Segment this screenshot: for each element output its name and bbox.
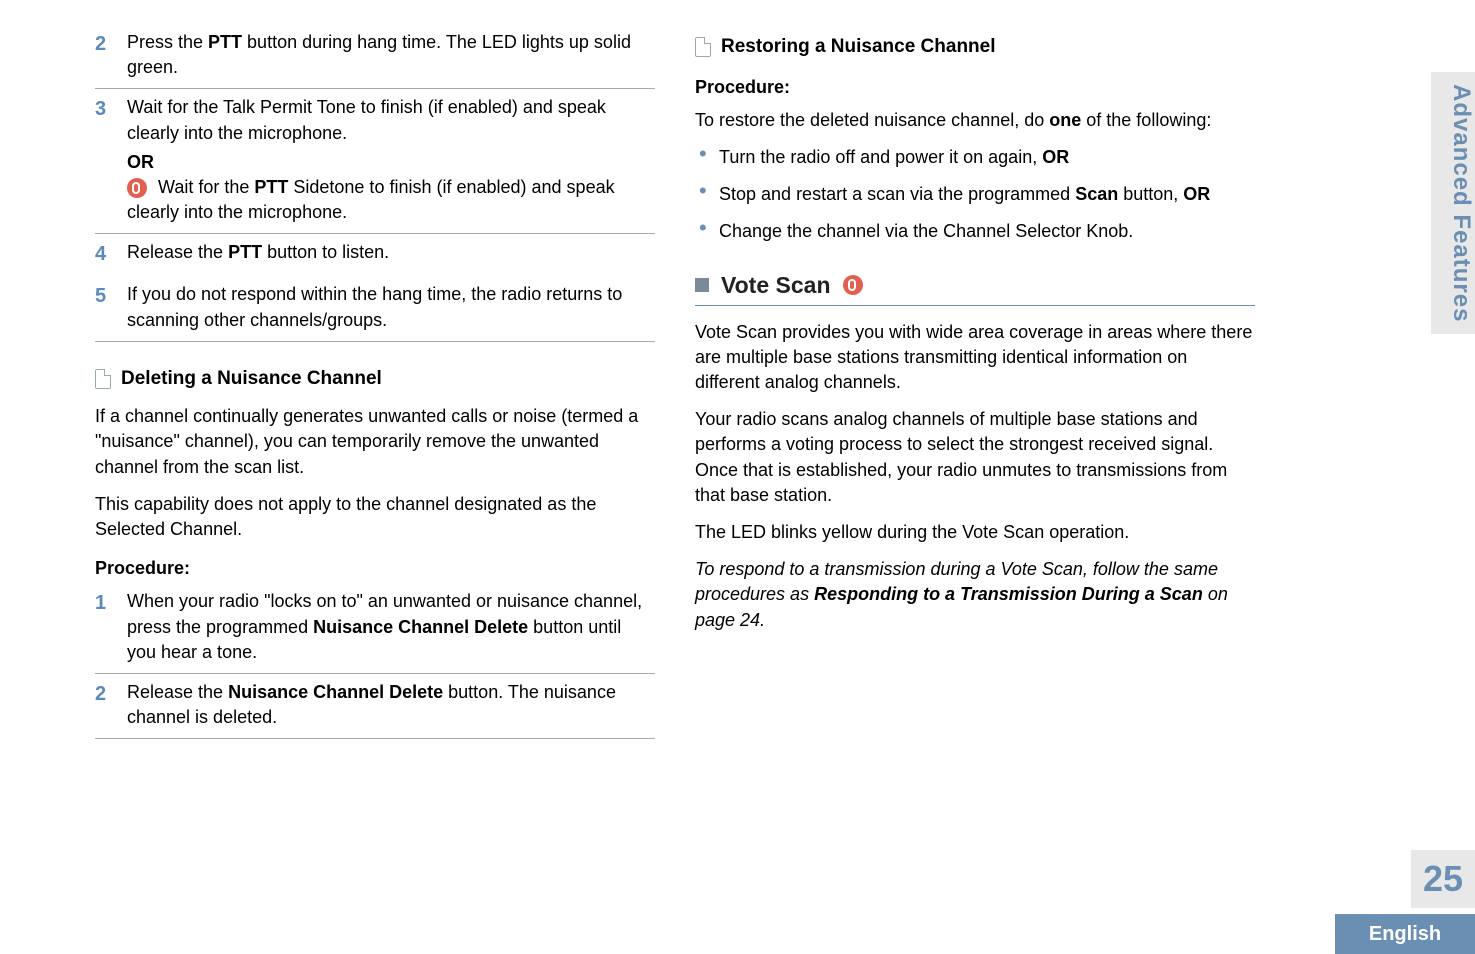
right-column: Restoring a Nuisance Channel Procedure: …: [695, 30, 1255, 850]
list-item: Stop and restart a scan via the programm…: [699, 182, 1255, 207]
ptt-icon: [127, 178, 147, 198]
procedure-label: Procedure:: [95, 556, 655, 581]
step-5: 5 If you do not respond within the hang …: [95, 282, 655, 341]
sub-line: Wait for the PTT Sidetone to finish (if …: [127, 175, 655, 225]
text: button to listen.: [262, 242, 389, 262]
page-content: 2 Press the PTT button during hang time.…: [0, 0, 1475, 850]
subheading-deleting: Deleting a Nuisance Channel: [95, 366, 655, 393]
step-number: 3: [95, 95, 113, 225]
proc-step-1: 1 When your radio "locks on to" an unwan…: [95, 589, 655, 674]
text: of the following:: [1081, 110, 1211, 130]
italic-paragraph: To respond to a transmission during a Vo…: [695, 557, 1255, 633]
procedure-label: Procedure:: [695, 75, 1255, 100]
section-title: Vote Scan: [721, 269, 831, 301]
restore-intro: To restore the deleted nuisance channel,…: [695, 108, 1255, 133]
step-2: 2 Press the PTT button during hang time.…: [95, 30, 655, 89]
proc-step-2: 2 Release the Nuisance Channel Delete bu…: [95, 680, 655, 739]
section-marker-icon: [695, 278, 709, 292]
step-body: Press the PTT button during hang time. T…: [127, 30, 655, 80]
step-number: 2: [95, 680, 113, 730]
step-body: If you do not respond within the hang ti…: [127, 282, 655, 332]
bold: OR: [1183, 184, 1210, 204]
document-icon: [95, 369, 111, 389]
paragraph: The LED blinks yellow during the Vote Sc…: [695, 520, 1255, 545]
bold: Nuisance Channel Delete: [228, 682, 443, 702]
restore-bullets: Turn the radio off and power it on again…: [699, 145, 1255, 245]
bold: OR: [1042, 147, 1069, 167]
bold: Nuisance Channel Delete: [313, 617, 528, 637]
step-number: 5: [95, 282, 113, 332]
step-body: When your radio "locks on to" an unwante…: [127, 589, 655, 665]
list-item: Change the channel via the Channel Selec…: [699, 219, 1255, 244]
step-body: Release the Nuisance Channel Delete butt…: [127, 680, 655, 730]
text: Turn the radio off and power it on again…: [719, 147, 1042, 167]
page-number: 25: [1411, 850, 1475, 908]
text: Wait for the: [153, 177, 254, 197]
step-4: 4 Release the PTT button to listen.: [95, 240, 655, 276]
subheading-text: Restoring a Nuisance Channel: [721, 34, 996, 61]
or-label: OR: [127, 150, 655, 175]
subheading-text: Deleting a Nuisance Channel: [121, 366, 382, 393]
step-3: 3 Wait for the Talk Permit Tone to finis…: [95, 95, 655, 234]
text: Change the channel via the Channel Selec…: [719, 221, 1133, 241]
paragraph: Vote Scan provides you with wide area co…: [695, 320, 1255, 396]
bold: Scan: [1075, 184, 1118, 204]
bold: Responding to a Transmission During a Sc…: [814, 584, 1203, 604]
bold: one: [1049, 110, 1081, 130]
subheading-restoring: Restoring a Nuisance Channel: [695, 34, 1255, 61]
text: button,: [1118, 184, 1183, 204]
bold: PTT: [254, 177, 288, 197]
section-vote-scan: Vote Scan: [695, 269, 1255, 306]
text: Stop and restart a scan via the programm…: [719, 184, 1075, 204]
step-number: 1: [95, 589, 113, 665]
step-number: 2: [95, 30, 113, 80]
bold: PTT: [208, 32, 242, 52]
step-body: Release the PTT button to listen.: [127, 240, 655, 268]
bold: PTT: [228, 242, 262, 262]
text: If you do not respond within the hang ti…: [127, 284, 622, 329]
text: To restore the deleted nuisance channel,…: [695, 110, 1049, 130]
step-body: Wait for the Talk Permit Tone to finish …: [127, 95, 655, 225]
step-number: 4: [95, 240, 113, 268]
paragraph: Your radio scans analog channels of mult…: [695, 407, 1255, 508]
left-column: 2 Press the PTT button during hang time.…: [95, 30, 655, 850]
paragraph: If a channel continually generates unwan…: [95, 404, 655, 480]
footer-language: English: [1335, 914, 1475, 954]
list-item: Turn the radio off and power it on again…: [699, 145, 1255, 170]
text: Release the: [127, 682, 228, 702]
document-icon: [695, 37, 711, 57]
side-tab: Advanced Features: [1431, 72, 1475, 334]
text: Press the: [127, 32, 208, 52]
text: Wait for the Talk Permit Tone to finish …: [127, 97, 606, 142]
ptt-icon: [843, 275, 863, 295]
paragraph: This capability does not apply to the ch…: [95, 492, 655, 542]
text: Release the: [127, 242, 228, 262]
